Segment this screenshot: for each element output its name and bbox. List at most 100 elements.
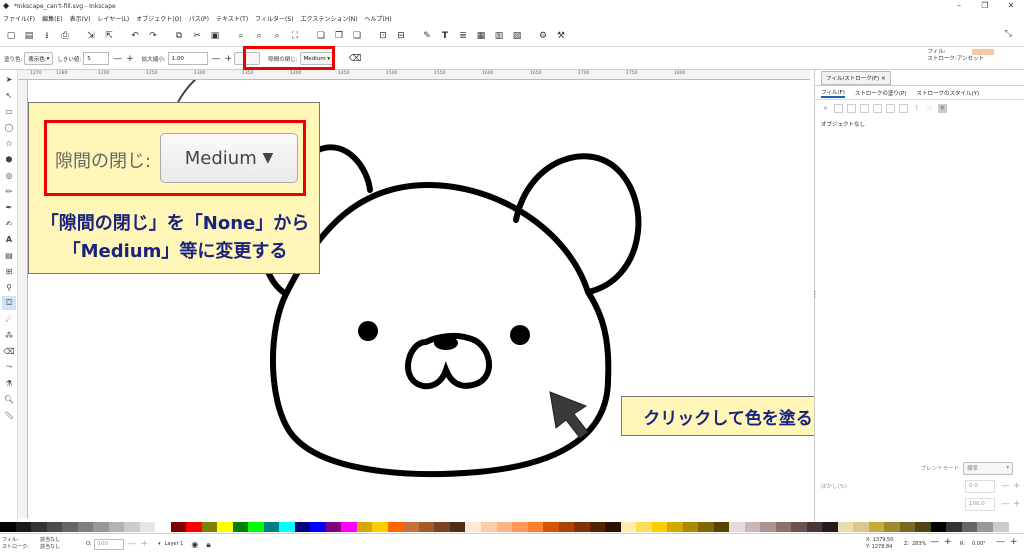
palette-swatch[interactable] bbox=[434, 522, 450, 532]
menu-layer[interactable]: レイヤー(L) bbox=[97, 14, 129, 23]
palette-swatch[interactable] bbox=[822, 522, 838, 532]
fill-rule-evenodd-icon[interactable]: ♡ bbox=[925, 104, 934, 113]
palette-swatch[interactable] bbox=[1008, 522, 1024, 532]
mesh-gradient-icon[interactable] bbox=[873, 103, 882, 113]
palette-swatch[interactable] bbox=[31, 522, 47, 532]
palette-swatch[interactable] bbox=[620, 522, 637, 532]
palette-swatch[interactable] bbox=[837, 522, 854, 532]
fill-by-select[interactable]: 表示色 ▾ bbox=[24, 52, 54, 65]
palette-swatch[interactable] bbox=[139, 522, 156, 532]
palette-swatch[interactable] bbox=[46, 522, 63, 532]
fill-rule-nonzero-icon[interactable]: ♥ bbox=[938, 103, 947, 113]
menu-text[interactable]: テキスト(T) bbox=[216, 14, 248, 23]
blur-minus-icon[interactable]: — bbox=[1001, 481, 1010, 491]
palette-swatch[interactable] bbox=[760, 522, 776, 532]
menu-view[interactable]: 表示(V) bbox=[70, 14, 91, 23]
palette-swatch[interactable] bbox=[449, 522, 466, 532]
palette-swatch[interactable] bbox=[791, 522, 807, 532]
undo-icon[interactable]: ↶ bbox=[128, 29, 142, 43]
threshold-plus-icon[interactable]: + bbox=[126, 54, 134, 64]
export-icon[interactable]: ⇱ bbox=[102, 29, 116, 43]
group-icon[interactable]: ⊡ bbox=[376, 29, 390, 43]
palette-swatch[interactable] bbox=[930, 522, 947, 532]
clone-icon[interactable]: ❐ bbox=[332, 29, 346, 43]
snap-toggle-icon[interactable]: ⤡ bbox=[1005, 29, 1012, 39]
zoom-width-icon[interactable]: ⛶ bbox=[288, 29, 302, 43]
layers-icon[interactable]: ≣ bbox=[456, 29, 470, 43]
transform-icon[interactable]: ▧ bbox=[510, 29, 524, 43]
palette-swatch[interactable] bbox=[465, 522, 481, 532]
lpe-tool-icon[interactable]: ⚗ bbox=[2, 376, 16, 390]
zoom-drawing-icon[interactable]: ⌕ bbox=[252, 29, 266, 43]
palette-swatch[interactable] bbox=[248, 522, 264, 532]
fill-stroke-icon[interactable]: ✎ bbox=[420, 29, 434, 43]
grow-minus-icon[interactable]: — bbox=[212, 54, 221, 64]
spray-tool-icon[interactable]: ⁂ bbox=[2, 328, 16, 342]
swatch-icon[interactable] bbox=[899, 103, 908, 113]
blend-mode-select[interactable]: 標準 ▾ bbox=[963, 461, 1013, 475]
palette-swatch[interactable] bbox=[651, 522, 668, 532]
grow-input[interactable]: 1.00 bbox=[167, 52, 208, 65]
palette-swatch[interactable] bbox=[217, 522, 233, 532]
dropper-tool-icon[interactable]: ⚲ bbox=[2, 280, 16, 294]
panel-tab-fill-stroke[interactable]: フィル/ストローク(F) ✕ bbox=[821, 70, 891, 85]
status-opacity-plus-icon[interactable]: + bbox=[141, 539, 149, 549]
zoom-page-icon[interactable]: ⌕ bbox=[270, 29, 284, 43]
paint-bucket-tool-icon[interactable]: ⛋ bbox=[2, 296, 16, 310]
cut-icon[interactable]: ✂ bbox=[190, 29, 204, 43]
palette-swatch[interactable] bbox=[698, 522, 714, 532]
palette-swatch[interactable] bbox=[403, 522, 419, 532]
threshold-minus-icon[interactable]: — bbox=[113, 54, 122, 64]
minimize-icon[interactable]: – bbox=[946, 0, 972, 12]
palette-swatch[interactable] bbox=[946, 522, 962, 532]
palette-swatch[interactable] bbox=[667, 522, 683, 532]
calligraphy-tool-icon[interactable]: ✍ bbox=[2, 216, 16, 230]
palette-swatch[interactable] bbox=[356, 522, 373, 532]
palette-swatch[interactable] bbox=[853, 522, 869, 532]
palette-swatch[interactable] bbox=[744, 522, 761, 532]
paste-icon[interactable]: ▣ bbox=[208, 29, 222, 43]
new-icon[interactable]: ▢ bbox=[4, 29, 18, 43]
palette-swatch[interactable] bbox=[155, 522, 171, 532]
redo-icon[interactable]: ↷ bbox=[146, 29, 160, 43]
palette-swatch[interactable] bbox=[899, 522, 916, 532]
3dbox-tool-icon[interactable]: ⬢ bbox=[2, 152, 16, 166]
unset-paint-icon[interactable]: ? bbox=[912, 104, 921, 113]
layer-lock-icon[interactable]: 🔒︎ bbox=[206, 540, 210, 548]
palette-swatch[interactable] bbox=[884, 522, 900, 532]
menu-help[interactable]: ヘルプ(H) bbox=[365, 14, 392, 23]
zoom-selection-icon[interactable]: ⌕ bbox=[234, 29, 248, 43]
palette-swatch[interactable] bbox=[263, 522, 280, 532]
spiral-tool-icon[interactable]: ◎ bbox=[2, 168, 16, 182]
style-fill-swatch[interactable] bbox=[972, 49, 994, 55]
status-opacity-minus-icon[interactable]: — bbox=[128, 539, 137, 549]
layer-visibility-icon[interactable]: ◉ bbox=[191, 540, 198, 548]
menu-file[interactable]: ファイル(F) bbox=[3, 14, 35, 23]
unlink-clone-icon[interactable]: ❑ bbox=[350, 29, 364, 43]
panel-resize-handle[interactable]: ⋮ bbox=[811, 290, 819, 299]
palette-swatch[interactable] bbox=[682, 522, 699, 532]
opacity-plus-icon[interactable]: + bbox=[1013, 499, 1021, 509]
palette-swatch[interactable] bbox=[310, 522, 326, 532]
palette-swatch[interactable] bbox=[387, 522, 404, 532]
tab-stroke-style[interactable]: ストロークのスタイル(Y) bbox=[916, 89, 979, 97]
status-opacity-input[interactable]: 100 bbox=[93, 538, 124, 550]
eraser-tool-icon[interactable]: ⌫ bbox=[2, 344, 16, 358]
palette-swatch[interactable] bbox=[713, 522, 730, 532]
palette-swatch[interactable] bbox=[527, 522, 544, 532]
palette-swatch[interactable] bbox=[915, 522, 931, 532]
measure-tool-icon[interactable]: 📏︎ bbox=[2, 408, 16, 422]
palette-swatch[interactable] bbox=[77, 522, 94, 532]
menu-object[interactable]: オブジェクト(O) bbox=[136, 14, 181, 23]
blur-input[interactable]: 0.0 bbox=[965, 479, 995, 493]
palette-swatch[interactable] bbox=[201, 522, 218, 532]
preferences-icon[interactable]: ⚒ bbox=[554, 29, 568, 43]
palette-swatch[interactable] bbox=[993, 522, 1009, 532]
zoom-value[interactable]: 283% bbox=[912, 541, 926, 548]
rotate-minus-icon[interactable]: — bbox=[996, 537, 1005, 547]
zoom-minus-icon[interactable]: — bbox=[930, 537, 939, 547]
blur-plus-icon[interactable]: + bbox=[1013, 481, 1021, 491]
palette-swatch[interactable] bbox=[605, 522, 621, 532]
palette-swatch[interactable] bbox=[232, 522, 249, 532]
opacity-minus-icon[interactable]: — bbox=[1001, 499, 1010, 509]
